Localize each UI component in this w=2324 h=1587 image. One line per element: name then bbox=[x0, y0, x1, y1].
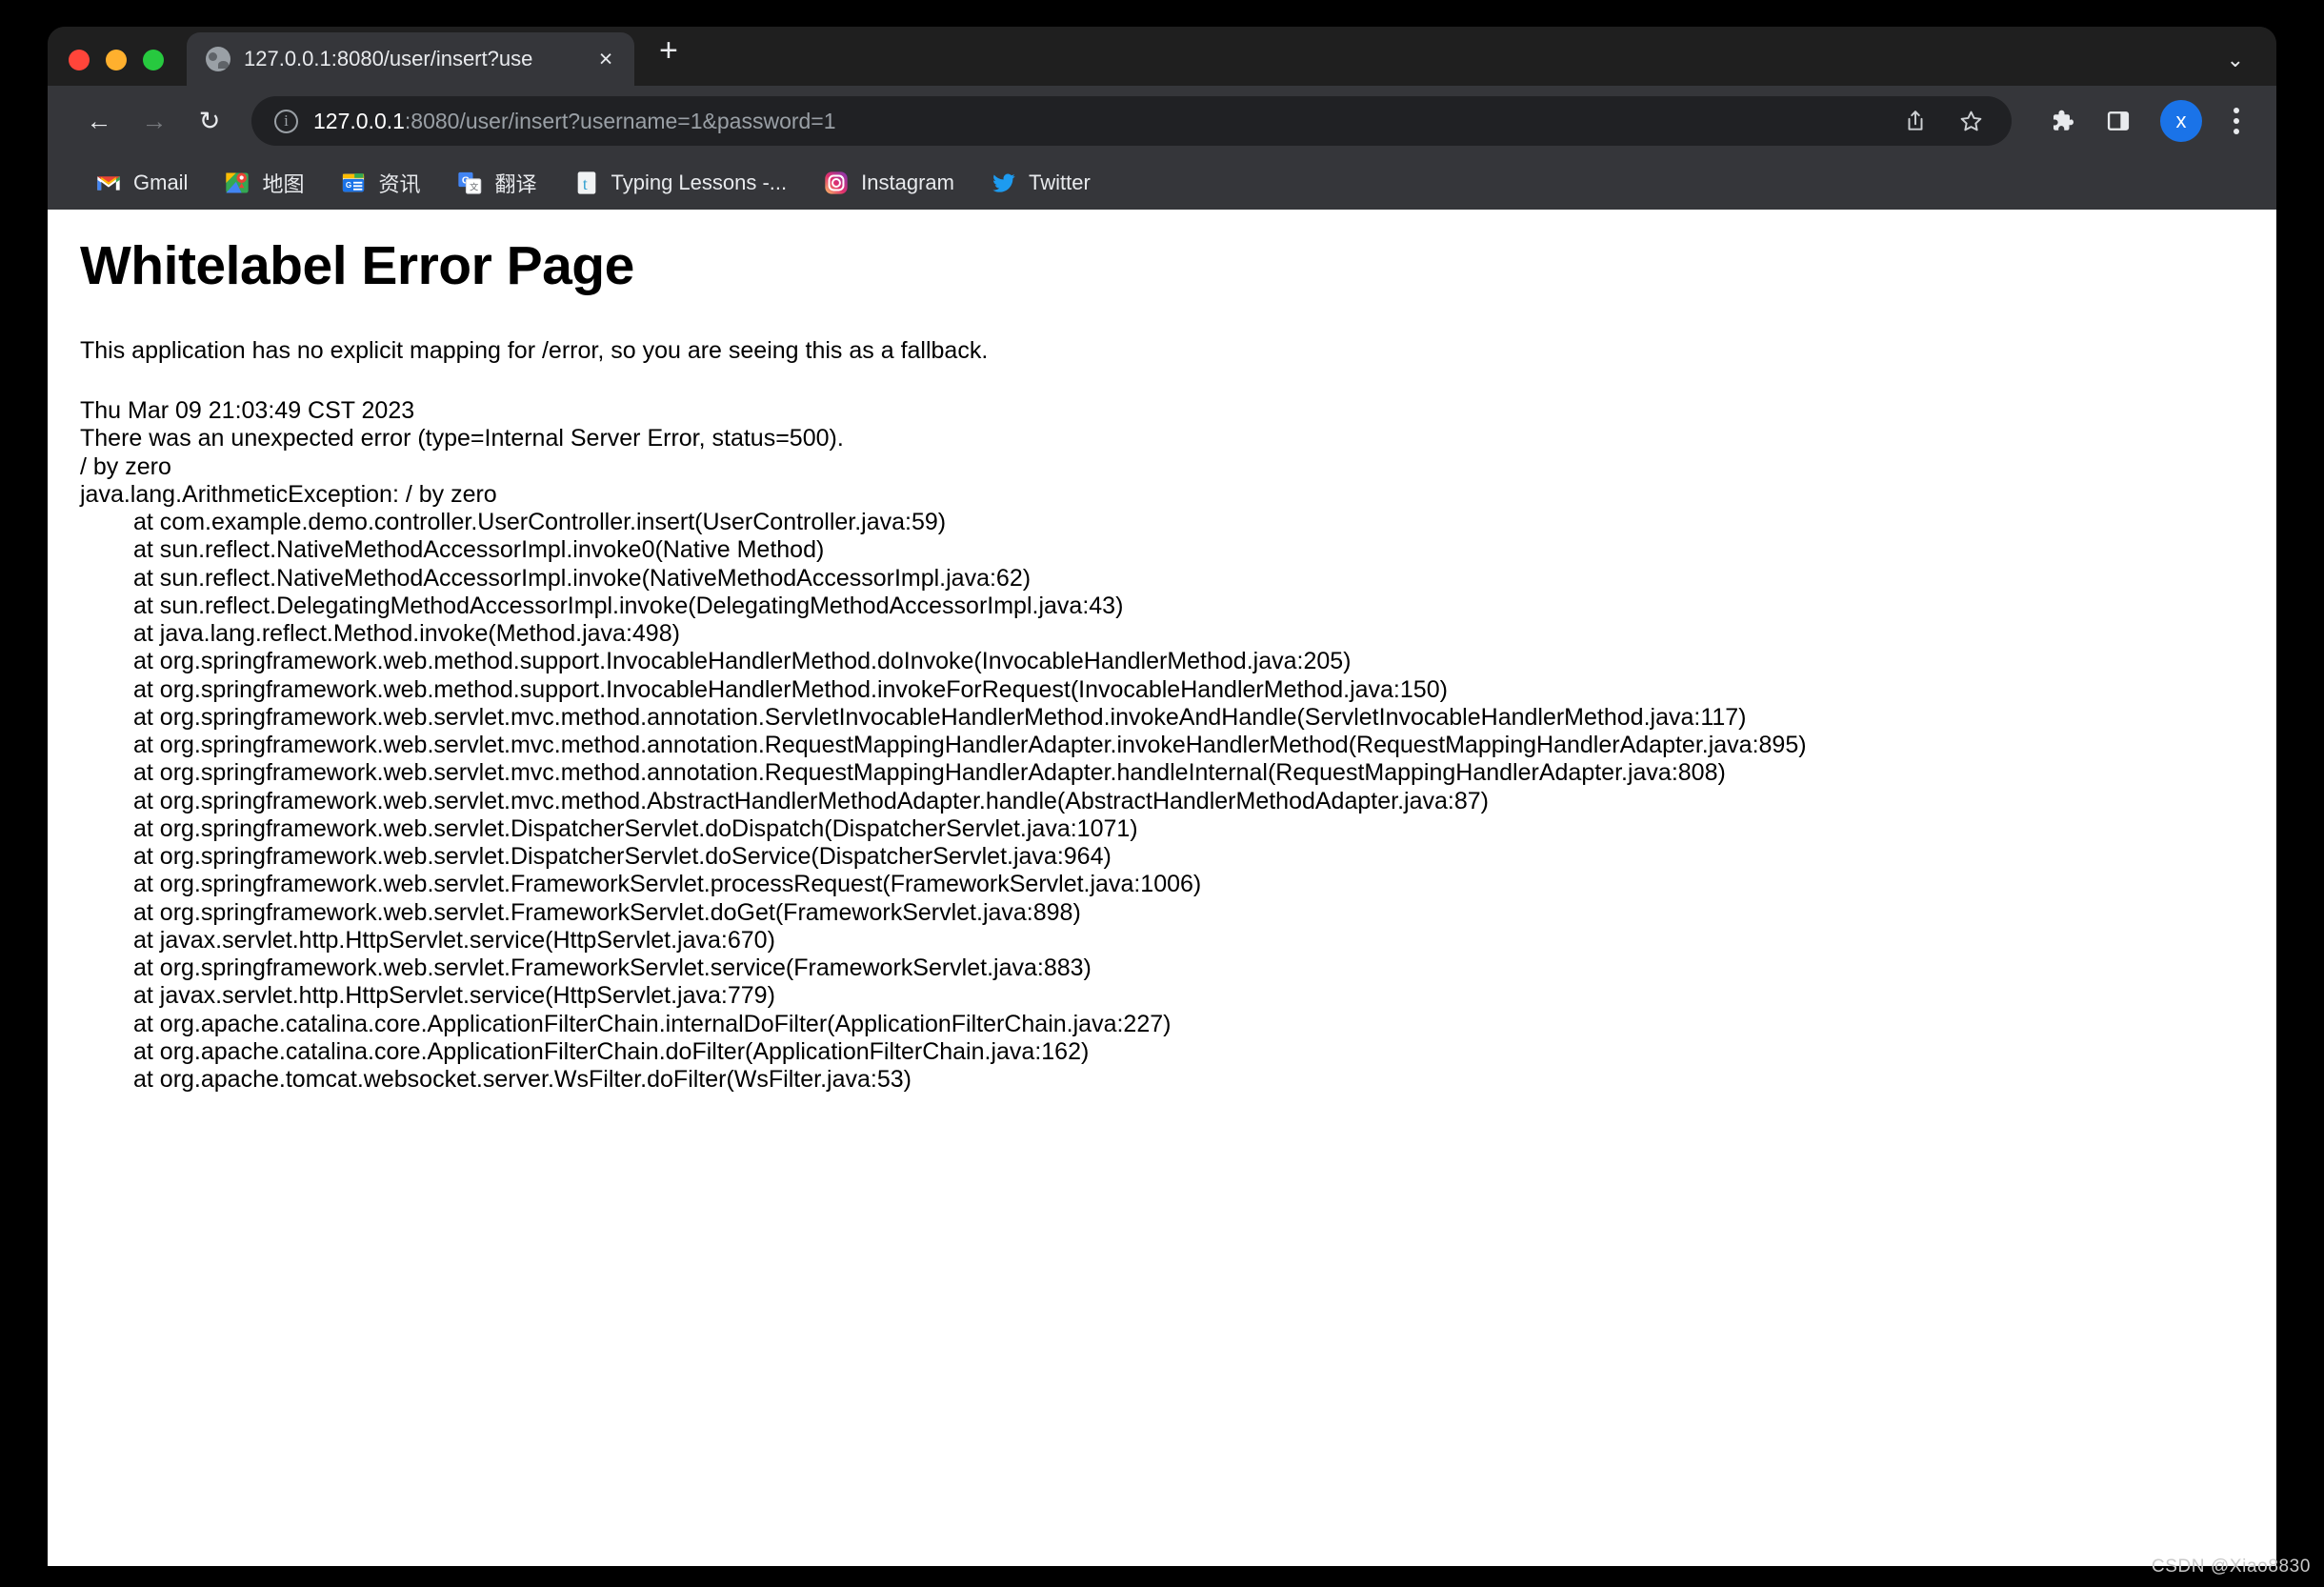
error-summary: There was an unexpected error (type=Inte… bbox=[80, 425, 2276, 452]
watermark: CSDN @Xiao8830 bbox=[2152, 1557, 2311, 1577]
bookmarks-bar: Gmail 地图 bbox=[48, 156, 2276, 210]
error-timestamp: Thu Mar 09 21:03:49 CST 2023 bbox=[80, 397, 2276, 425]
stack-trace-line: at sun.reflect.NativeMethodAccessorImpl.… bbox=[80, 536, 2276, 564]
forward-button[interactable]: → bbox=[130, 96, 179, 146]
error-details: Thu Mar 09 21:03:49 CST 2023 There was a… bbox=[80, 397, 2276, 1094]
stack-trace-line: at com.example.demo.controller.UserContr… bbox=[80, 509, 2276, 536]
extensions-puzzle-icon[interactable] bbox=[2038, 98, 2084, 144]
profile-avatar[interactable]: x bbox=[2160, 100, 2202, 142]
url-host: 127.0.0.1 bbox=[313, 109, 405, 133]
svg-text:t: t bbox=[582, 174, 587, 193]
address-bar[interactable]: i 127.0.0.1:8080/user/insert?username=1&… bbox=[251, 96, 2012, 146]
stack-trace-line: at sun.reflect.NativeMethodAccessorImpl.… bbox=[80, 565, 2276, 593]
bookmark-maps[interactable]: 地图 bbox=[224, 168, 304, 198]
reload-button[interactable]: ↻ bbox=[185, 96, 234, 146]
stack-trace-line: at org.springframework.web.servlet.mvc.m… bbox=[80, 788, 2276, 815]
stack-trace-line: at org.springframework.web.servlet.mvc.m… bbox=[80, 732, 2276, 759]
share-icon[interactable] bbox=[1895, 101, 1935, 141]
error-message: / by zero bbox=[80, 453, 2276, 481]
bookmark-label: Instagram bbox=[861, 171, 954, 195]
stack-trace: at com.example.demo.controller.UserContr… bbox=[80, 509, 2276, 1094]
stack-trace-line: at org.springframework.web.method.suppor… bbox=[80, 648, 2276, 675]
stack-trace-line: at org.apache.tomcat.websocket.server.Ws… bbox=[80, 1066, 2276, 1094]
site-info-icon[interactable]: i bbox=[274, 110, 298, 133]
stack-trace-line: at javax.servlet.http.HttpServlet.servic… bbox=[80, 927, 2276, 954]
twitter-icon bbox=[991, 170, 1017, 196]
browser-menu-icon[interactable] bbox=[2217, 98, 2255, 144]
url-path: :8080/user/insert?username=1&password=1 bbox=[405, 109, 836, 133]
stack-trace-line: at org.apache.catalina.core.ApplicationF… bbox=[80, 1011, 2276, 1038]
stack-trace-line: at org.springframework.web.servlet.Frame… bbox=[80, 899, 2276, 927]
instagram-icon bbox=[823, 170, 850, 196]
stack-trace-line: at org.springframework.web.servlet.Dispa… bbox=[80, 815, 2276, 843]
bookmark-label: Gmail bbox=[133, 171, 188, 195]
minimize-window-button[interactable] bbox=[106, 50, 127, 70]
close-window-button[interactable] bbox=[69, 50, 90, 70]
translate-icon: G 文 bbox=[456, 170, 483, 196]
new-tab-button[interactable]: + bbox=[659, 34, 678, 67]
bookmark-translate[interactable]: G 文 翻译 bbox=[456, 168, 536, 198]
typing-icon: t bbox=[573, 170, 600, 196]
bookmark-gmail[interactable]: Gmail bbox=[95, 170, 188, 196]
stack-trace-line: at org.springframework.web.servlet.Dispa… bbox=[80, 843, 2276, 871]
window-traffic-lights bbox=[69, 50, 187, 86]
exception-line: java.lang.ArithmeticException: / by zero bbox=[80, 481, 2276, 509]
stack-trace-line: at org.springframework.web.servlet.mvc.m… bbox=[80, 704, 2276, 732]
svg-text:文: 文 bbox=[470, 182, 478, 192]
browser-toolbar: ← → ↻ i 127.0.0.1:8080/user/insert?usern… bbox=[48, 86, 2276, 156]
stack-trace-line: at org.springframework.web.servlet.mvc.m… bbox=[80, 759, 2276, 787]
stack-trace-line: at org.springframework.web.servlet.Frame… bbox=[80, 954, 2276, 982]
url-text: 127.0.0.1:8080/user/insert?username=1&pa… bbox=[313, 109, 1880, 134]
maximize-window-button[interactable] bbox=[143, 50, 164, 70]
whitelabel-error-page: Whitelabel Error Page This application h… bbox=[48, 210, 2276, 1094]
browser-tab-active[interactable]: 127.0.0.1:8080/user/insert?use × bbox=[187, 32, 634, 86]
stack-trace-line: at javax.servlet.http.HttpServlet.servic… bbox=[80, 982, 2276, 1010]
side-panel-icon[interactable] bbox=[2095, 98, 2141, 144]
fallback-message: This application has no explicit mapping… bbox=[80, 337, 2276, 365]
tab-strip: 127.0.0.1:8080/user/insert?use × + ⌄ bbox=[48, 27, 2276, 86]
stack-trace-line: at org.apache.catalina.core.ApplicationF… bbox=[80, 1038, 2276, 1066]
bookmark-star-icon[interactable] bbox=[1951, 101, 1991, 141]
stack-trace-line: at org.springframework.web.method.suppor… bbox=[80, 676, 2276, 704]
globe-icon bbox=[206, 47, 230, 71]
bookmark-typing-lessons[interactable]: t Typing Lessons -... bbox=[573, 170, 788, 196]
maps-icon bbox=[224, 170, 250, 196]
bookmark-label: 资讯 bbox=[378, 168, 420, 198]
bookmark-label: 翻译 bbox=[494, 168, 536, 198]
back-button[interactable]: ← bbox=[74, 96, 124, 146]
close-tab-icon[interactable]: × bbox=[592, 48, 619, 71]
bookmark-news[interactable]: G 资讯 bbox=[340, 168, 420, 198]
stack-trace-line: at java.lang.reflect.Method.invoke(Metho… bbox=[80, 620, 2276, 648]
page-title: Whitelabel Error Page bbox=[80, 234, 2276, 297]
bookmark-instagram[interactable]: Instagram bbox=[823, 170, 954, 196]
page-viewport: Whitelabel Error Page This application h… bbox=[48, 210, 2276, 1566]
stack-trace-line: at sun.reflect.DelegatingMethodAccessorI… bbox=[80, 593, 2276, 620]
svg-text:G: G bbox=[346, 181, 351, 190]
bookmark-label: 地图 bbox=[262, 168, 304, 198]
browser-window: 127.0.0.1:8080/user/insert?use × + ⌄ ← →… bbox=[48, 27, 2276, 1566]
tab-title: 127.0.0.1:8080/user/insert?use bbox=[244, 47, 579, 71]
chevron-down-icon[interactable]: ⌄ bbox=[2227, 48, 2244, 72]
bookmark-label: Twitter bbox=[1029, 171, 1091, 195]
news-icon: G bbox=[340, 170, 367, 196]
gmail-icon bbox=[95, 170, 122, 196]
stack-trace-line: at org.springframework.web.servlet.Frame… bbox=[80, 871, 2276, 898]
bookmark-twitter[interactable]: Twitter bbox=[991, 170, 1091, 196]
bookmark-label: Typing Lessons -... bbox=[611, 171, 788, 195]
